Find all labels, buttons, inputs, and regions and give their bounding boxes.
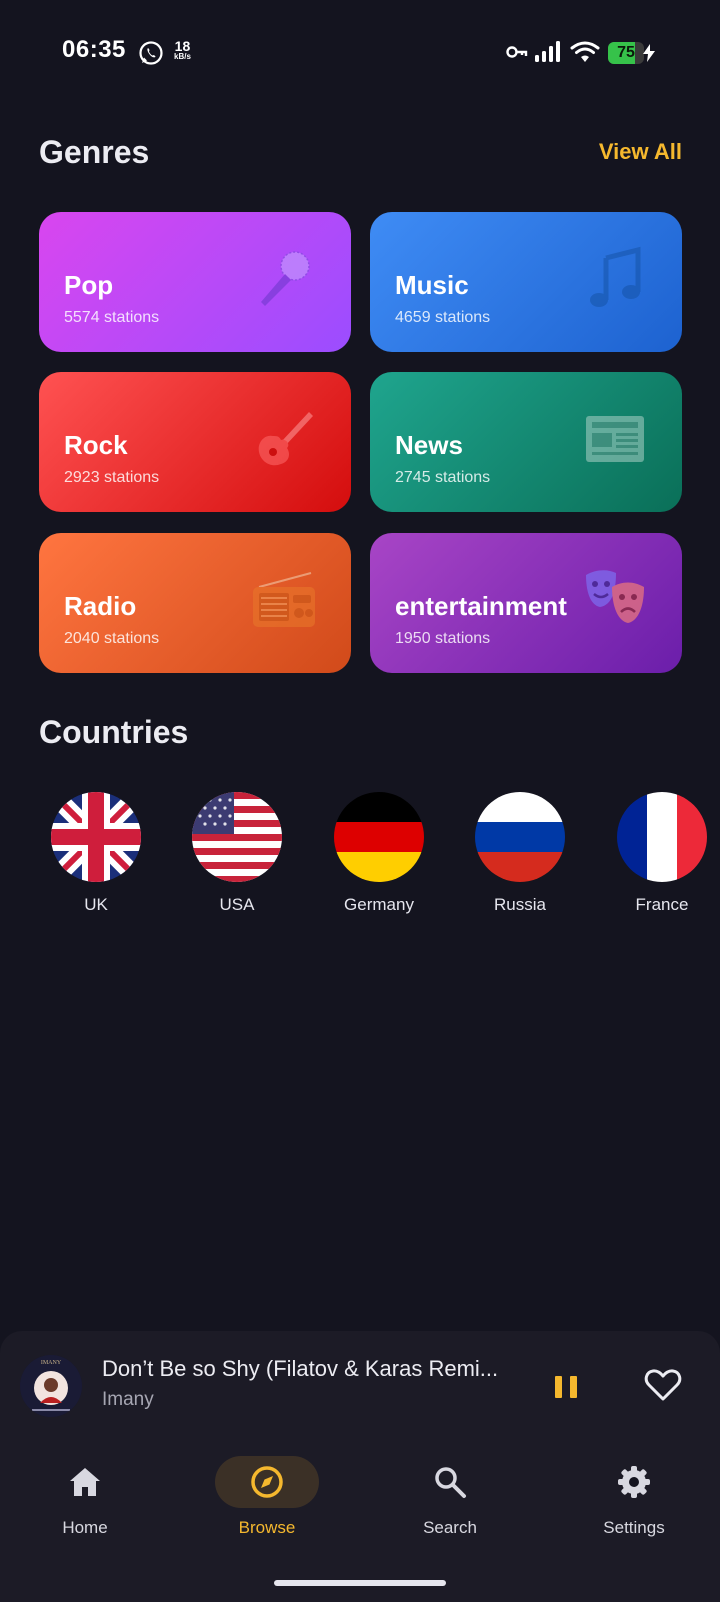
favorite-heart-icon[interactable] <box>644 1367 682 1403</box>
genre-name: Pop <box>64 270 114 300</box>
key-icon <box>506 46 528 58</box>
countries-title: Countries <box>39 714 189 750</box>
genre-name: Radio <box>64 591 137 621</box>
country-uk[interactable]: UK <box>50 792 142 915</box>
genre-count: 2923 stations <box>64 469 160 486</box>
microphone-icon <box>261 251 310 306</box>
home-icon <box>70 1468 100 1496</box>
album-art[interactable]: IMANY <box>20 1355 82 1417</box>
genre-card-news[interactable]: News 2745 stations <box>370 372 682 512</box>
music-note-icon <box>590 246 641 307</box>
country-russia[interactable]: Russia <box>474 792 566 915</box>
genre-name: Rock <box>64 430 128 460</box>
genre-card-pop[interactable]: Pop 5574 stations <box>39 212 351 352</box>
country-usa[interactable]: USA <box>191 792 283 915</box>
genre-name: News <box>395 430 463 460</box>
genre-count: 2745 stations <box>395 469 491 486</box>
country-name: Germany <box>344 895 414 914</box>
status-bar: 06:35 18 kB/s 75 <box>0 0 720 100</box>
country-germany[interactable]: Germany <box>333 792 425 915</box>
nav-browse-icon-wrap <box>215 1456 319 1508</box>
nav-search[interactable]: Search <box>390 1456 510 1538</box>
germany-flag <box>334 792 424 882</box>
nav-label: Search <box>423 1518 477 1537</box>
nav-label: Home <box>62 1518 108 1537</box>
nav-settings[interactable]: Settings <box>574 1456 694 1538</box>
album-art-image: IMANY <box>20 1355 82 1417</box>
genre-card-music[interactable]: Music 4659 stations <box>370 212 682 352</box>
genre-count: 4659 stations <box>395 309 491 326</box>
whatsapp-icon <box>139 41 163 65</box>
track-title: Don’t Be so Shy (Filatov & Karas Remi... <box>102 1356 499 1381</box>
uk-flag <box>51 792 141 882</box>
russia-flag <box>475 792 565 882</box>
genre-name: Music <box>395 270 469 300</box>
album-art-text: IMANY <box>41 1360 62 1366</box>
battery-level: 75 <box>617 44 635 61</box>
country-name: USA <box>219 895 255 914</box>
genre-card-entertainment[interactable]: entertainment 1950 stations <box>370 533 682 673</box>
genre-card-rock[interactable]: Rock 2923 stations <box>39 372 351 512</box>
status-time: 06:35 <box>62 36 126 63</box>
compass-icon <box>251 1466 283 1498</box>
track-artist: Imany <box>102 1389 154 1410</box>
genres-title: Genres <box>39 134 150 170</box>
net-speed-unit: kB/s <box>174 52 191 61</box>
nav-home-icon-wrap <box>33 1456 137 1508</box>
nav-label: Settings <box>603 1518 665 1537</box>
home-indicator[interactable] <box>274 1580 446 1586</box>
charging-bolt-icon <box>643 44 655 62</box>
nav-search-icon-wrap <box>398 1456 502 1508</box>
search-icon <box>435 1467 466 1498</box>
battery-icon: 75 <box>608 42 644 64</box>
genre-count: 1950 stations <box>395 630 491 647</box>
guitar-icon <box>258 412 313 466</box>
nav-home[interactable]: Home <box>25 1456 145 1538</box>
radio-icon <box>253 572 315 627</box>
nav-browse[interactable]: Browse <box>207 1456 327 1538</box>
theater-masks-icon <box>586 570 644 623</box>
country-name: France <box>635 895 689 914</box>
nav-label: Browse <box>238 1518 296 1537</box>
usa-flag <box>192 792 282 882</box>
nav-settings-icon-wrap <box>582 1456 686 1508</box>
genre-count: 5574 stations <box>64 309 160 326</box>
pause-button[interactable] <box>548 1369 584 1405</box>
genre-count: 2040 stations <box>64 630 160 647</box>
france-flag <box>617 792 707 882</box>
newspaper-icon <box>586 416 644 462</box>
country-name: Russia <box>494 895 546 914</box>
signal-icon <box>535 41 560 62</box>
genre-name: entertainment <box>395 591 567 621</box>
net-speed: 18 kB/s <box>174 39 191 62</box>
gear-icon <box>618 1466 650 1498</box>
genre-card-radio[interactable]: Radio 2040 stations <box>39 533 351 673</box>
country-france[interactable]: France <box>616 792 708 915</box>
country-name: UK <box>84 895 108 914</box>
wifi-icon <box>570 41 600 62</box>
view-all-link[interactable]: View All <box>599 139 682 165</box>
